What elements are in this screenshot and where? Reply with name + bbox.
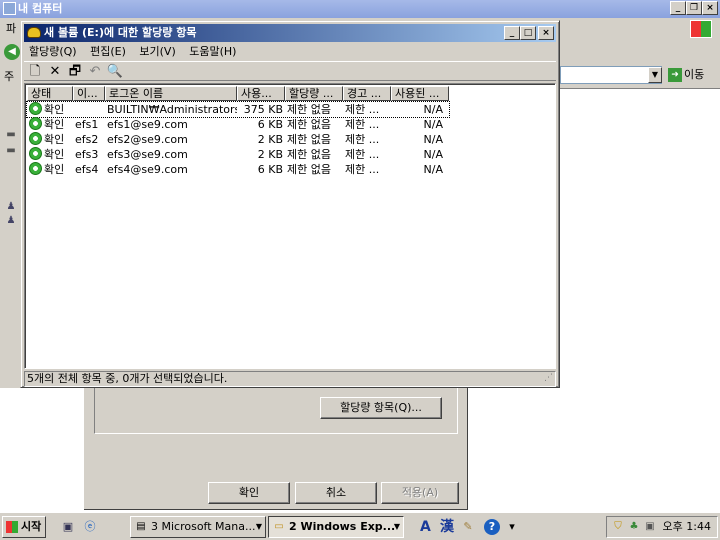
windows-flag-icon: [6, 521, 18, 533]
drive-icon: ▬: [6, 145, 16, 156]
cancel-button[interactable]: 취소: [295, 482, 377, 504]
menu-edit[interactable]: 편집(E): [90, 45, 126, 58]
taskbar-item-mmc[interactable]: ▤ 3 Microsoft Mana... ▼: [130, 516, 266, 538]
ok-status-icon: [29, 147, 42, 160]
ok-status-icon: [29, 117, 42, 130]
chevron-down-icon: ▼: [255, 522, 262, 531]
ok-status-icon: [29, 102, 42, 115]
show-desktop-icon[interactable]: ▣: [60, 519, 76, 535]
explorer-menu-item[interactable]: 파: [6, 22, 16, 35]
explorer-restore-button[interactable]: ❐: [686, 1, 702, 15]
explorer-left-pane: ▬ ▬ ♟ ♟: [0, 88, 22, 388]
explorer-title: 내 컴퓨터: [18, 2, 63, 15]
taskbar-item-explorer[interactable]: ▭ 2 Windows Exp... ▼: [268, 516, 404, 538]
ok-status-icon: [29, 132, 42, 145]
explorer-title-bar[interactable]: 내 컴퓨터 _ ❐ ×: [0, 0, 720, 18]
table-row[interactable]: 확인 BUILTIN₩Administrators 375 KB 제한 없음 제…: [26, 101, 450, 118]
menu-view[interactable]: 보기(V): [139, 45, 175, 58]
start-button[interactable]: 시작: [2, 516, 46, 538]
user-icon: ♟: [6, 201, 16, 212]
taskbar: 시작 ▣ ⓔ ▤ 3 Microsoft Mana... ▼ ▭ 2 Windo…: [0, 512, 720, 540]
column-header-warning[interactable]: 경고 ...: [343, 86, 391, 101]
column-header-name[interactable]: 이...: [73, 86, 105, 101]
help-icon[interactable]: ?: [484, 519, 500, 535]
computer-icon: [3, 2, 16, 15]
drive-icon: ▬: [6, 129, 16, 140]
table-row[interactable]: 확인 efs1 efs1@se9.com 6 KB 제한 없음 제한 ... N…: [27, 117, 449, 132]
quota-minimize-button[interactable]: _: [504, 26, 520, 40]
delete-icon[interactable]: ✕: [46, 63, 64, 81]
quota-title-bar[interactable]: 새 볼륨 (E:)에 대한 할당량 항목 _ □ ×: [24, 24, 556, 42]
folder-icon: ▭: [274, 521, 284, 532]
status-text: 5개의 전체 항목 중, 0개가 선택되었습니다.: [27, 372, 228, 385]
quota-menu-bar: 할당량(Q) 편집(E) 보기(V) 도움말(H): [24, 43, 556, 61]
ime-pad-icon[interactable]: ✎: [460, 519, 476, 535]
internet-explorer-icon[interactable]: ⓔ: [82, 519, 98, 535]
chevron-down-icon: ▼: [393, 522, 400, 531]
quota-close-button[interactable]: ×: [538, 26, 554, 40]
table-row[interactable]: 확인 efs2 efs2@se9.com 2 KB 제한 없음 제한 ... N…: [27, 132, 449, 147]
ok-button[interactable]: 확인: [208, 482, 290, 504]
column-header-logon[interactable]: 로그온 이름: [105, 86, 237, 101]
menu-help[interactable]: 도움말(H): [189, 45, 236, 58]
go-button[interactable]: ➜ 이동: [668, 66, 718, 84]
clock[interactable]: 오후 1:44: [663, 517, 711, 537]
quota-maximize-button[interactable]: □: [520, 26, 536, 40]
quota-window-title: 새 볼륨 (E:)에 대한 할당량 항목: [44, 26, 197, 39]
hanja-icon[interactable]: 漢: [440, 517, 454, 537]
windows-logo-icon: [690, 20, 712, 38]
apply-button: 적용(A): [381, 482, 459, 504]
menu-quota[interactable]: 할당량(Q): [29, 45, 77, 58]
explorer-close-button[interactable]: ×: [702, 1, 718, 15]
quota-app-icon: [27, 27, 41, 38]
go-arrow-icon: ➜: [668, 68, 682, 82]
address-input[interactable]: [560, 66, 662, 84]
quota-toolbar: 🗋 ✕ 🗗 ↶ 🔍: [24, 61, 556, 81]
table-row[interactable]: 확인 efs3 efs3@se9.com 2 KB 제한 없음 제한 ... N…: [27, 147, 449, 162]
system-tray: ⛉ ♣ ▣ 오후 1:44: [606, 516, 718, 538]
quota-entries-button[interactable]: 할당량 항목(Q)...: [320, 397, 442, 419]
column-header-used[interactable]: 사용...: [237, 86, 285, 101]
monitor-icon[interactable]: ▣: [643, 520, 657, 534]
list-header: 상태 이... 로그온 이름 사용... 할당량 ... 경고 ... 사용된 …: [27, 86, 449, 101]
properties-icon[interactable]: 🗗: [66, 63, 84, 81]
ok-status-icon: [29, 162, 42, 175]
back-arrow-icon[interactable]: ◀: [4, 44, 20, 60]
quota-entries-window: 새 볼륨 (E:)에 대한 할당량 항목 _ □ × 할당량(Q) 편집(E) …: [20, 20, 560, 388]
quota-entries-list[interactable]: 상태 이... 로그온 이름 사용... 할당량 ... 경고 ... 사용된 …: [24, 83, 556, 369]
undo-icon: ↶: [89, 64, 101, 79]
new-entry-icon[interactable]: 🗋: [26, 63, 44, 81]
column-header-percent[interactable]: 사용된 ...: [391, 86, 449, 101]
column-header-status[interactable]: 상태: [27, 86, 73, 101]
network-icon[interactable]: ♣: [627, 520, 641, 534]
address-dropdown-icon[interactable]: ▼: [648, 67, 662, 83]
find-icon[interactable]: 🔍: [106, 63, 124, 81]
network-icon: ♟: [6, 215, 16, 226]
column-header-quota[interactable]: 할당량 ...: [285, 86, 343, 101]
status-bar: 5개의 전체 항목 중, 0개가 선택되었습니다. ⋰: [24, 371, 556, 387]
address-label: 주: [4, 70, 15, 83]
explorer-minimize-button[interactable]: _: [670, 1, 686, 15]
ime-options-icon[interactable]: ▾: [504, 519, 520, 535]
resize-grip-icon[interactable]: ⋰: [544, 371, 553, 385]
mmc-icon: ▤: [136, 521, 146, 532]
shield-icon[interactable]: ⛉: [611, 520, 625, 534]
table-row[interactable]: 확인 efs4 efs4@se9.com 6 KB 제한 없음 제한 ... N…: [27, 162, 449, 177]
ime-mode-icon[interactable]: A: [420, 517, 431, 537]
